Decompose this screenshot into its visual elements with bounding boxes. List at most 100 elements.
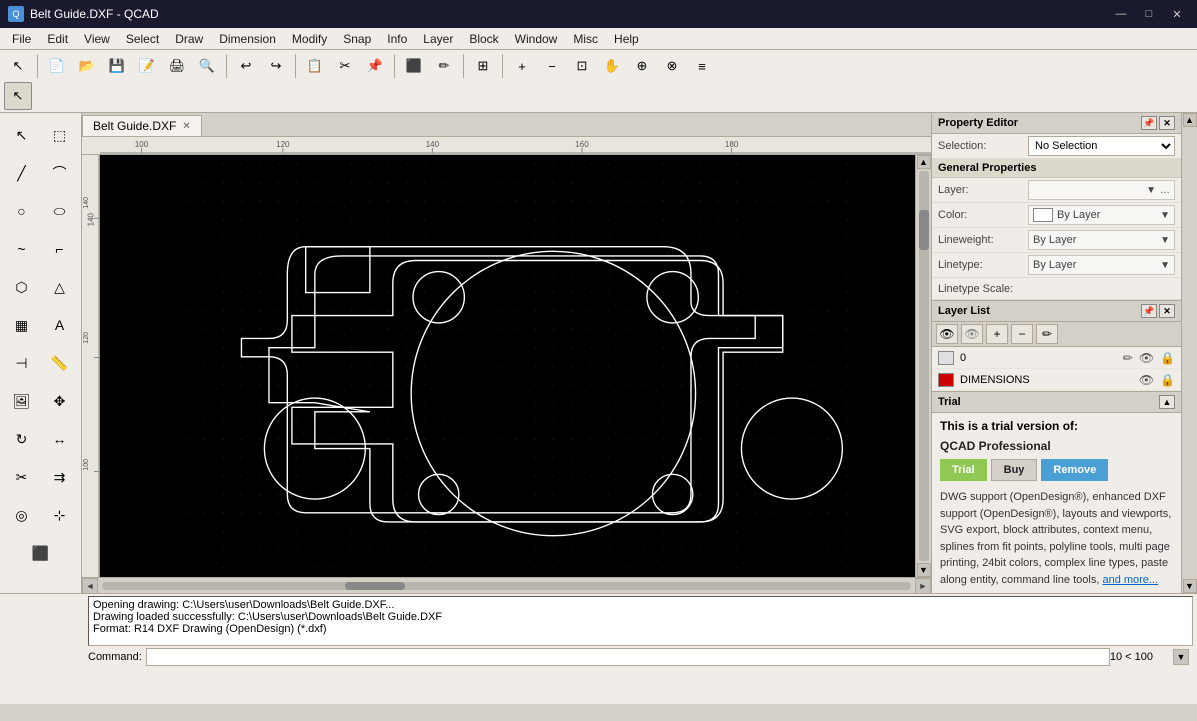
scroll-thumb-h[interactable] bbox=[345, 582, 405, 590]
measure-tool[interactable]: 📏 bbox=[42, 345, 78, 381]
move-tool[interactable]: ✥ bbox=[42, 383, 78, 419]
layer-dimensions-visible-icon[interactable]: 👁 bbox=[1139, 373, 1154, 387]
selection-dropdown[interactable]: No Selection bbox=[1028, 136, 1175, 156]
menu-item-window[interactable]: Window bbox=[507, 30, 566, 48]
zoom-prev-btn[interactable]: ⊗ bbox=[658, 52, 686, 80]
layer-0-visible-icon[interactable]: 👁 bbox=[1139, 351, 1154, 365]
layer-edit[interactable]: ✏ bbox=[1036, 324, 1058, 344]
status-scroll-btn[interactable]: ▼ bbox=[1173, 649, 1189, 665]
scroll-up-btn[interactable]: ▲ bbox=[917, 155, 931, 169]
drawing-canvas[interactable] bbox=[100, 155, 915, 577]
layer-0-lock-icon[interactable]: 🔒 bbox=[1160, 351, 1175, 365]
menu-item-block[interactable]: Block bbox=[461, 30, 506, 48]
zoom-window-btn[interactable]: ⊡ bbox=[568, 52, 596, 80]
arc-tool[interactable]: ⌒ bbox=[42, 155, 78, 191]
shape-tool[interactable]: △ bbox=[42, 269, 78, 305]
paste-btn[interactable]: 📌 bbox=[361, 52, 389, 80]
layer-list-close[interactable]: ✕ bbox=[1159, 304, 1175, 318]
minimize-button[interactable]: — bbox=[1109, 6, 1133, 22]
menu-item-misc[interactable]: Misc bbox=[565, 30, 606, 48]
trial-btn-remove[interactable]: Remove bbox=[1041, 459, 1108, 481]
right-scroll-down[interactable]: ▼ bbox=[1183, 579, 1197, 593]
hatch-tool[interactable]: ▦ bbox=[4, 307, 40, 343]
menu-item-info[interactable]: Info bbox=[379, 30, 415, 48]
layer-add[interactable]: + bbox=[986, 324, 1008, 344]
3d-box-tool[interactable]: ⬛ bbox=[23, 535, 59, 571]
zoom-fit-btn[interactable]: ⊕ bbox=[628, 52, 656, 80]
menu-item-snap[interactable]: Snap bbox=[335, 30, 379, 48]
menu-item-file[interactable]: File bbox=[4, 30, 39, 48]
scroll-thumb-v[interactable] bbox=[919, 210, 929, 250]
new-file-btn[interactable]: 📄 bbox=[43, 52, 71, 80]
zoom-select-tool[interactable]: ⬚ bbox=[42, 117, 78, 153]
layer-edit-btn[interactable]: … bbox=[1160, 185, 1170, 196]
pointer-tool[interactable]: ↖ bbox=[4, 117, 40, 153]
menu-item-draw[interactable]: Draw bbox=[167, 30, 211, 48]
vertical-scrollbar[interactable]: ▲ ▼ bbox=[915, 155, 931, 577]
layer-list-pin[interactable]: 📌 bbox=[1141, 304, 1157, 318]
menu-item-layer[interactable]: Layer bbox=[415, 30, 461, 48]
zoom-pan-btn[interactable]: ✋ bbox=[598, 52, 626, 80]
color-dropdown-btn[interactable]: ▼ bbox=[1160, 210, 1170, 221]
polyline-tool[interactable]: ⌐ bbox=[42, 231, 78, 267]
offset-tool[interactable]: ⇉ bbox=[42, 459, 78, 495]
command-input[interactable] bbox=[146, 648, 1110, 666]
maximize-button[interactable]: □ bbox=[1137, 6, 1161, 22]
linetype-dropdown-btn[interactable]: ▼ bbox=[1160, 260, 1170, 271]
layer-dimensions-lock-icon[interactable]: 🔒 bbox=[1160, 373, 1175, 387]
dim-line-tool[interactable]: ⊣ bbox=[4, 345, 40, 381]
trial-scroll-up[interactable]: ▲ bbox=[1159, 395, 1175, 409]
redo-btn[interactable]: ↪ bbox=[262, 52, 290, 80]
layer-toolbar-btn[interactable]: ≡ bbox=[688, 52, 716, 80]
select-tool-btn[interactable]: ↖ bbox=[4, 82, 32, 110]
text-tool[interactable]: A bbox=[42, 307, 78, 343]
print-preview-btn[interactable]: 🔍 bbox=[193, 52, 221, 80]
layer-dropdown-btn[interactable]: ▼ bbox=[1146, 185, 1156, 196]
prop-editor-pin[interactable]: 📌 bbox=[1141, 116, 1157, 130]
save-as-btn[interactable]: 📝 bbox=[133, 52, 161, 80]
circle-tool[interactable]: ○ bbox=[4, 193, 40, 229]
layer-hide-all[interactable]: 👁 bbox=[961, 324, 983, 344]
close-button[interactable]: ✕ bbox=[1165, 6, 1189, 22]
explode-tool[interactable]: ◎ bbox=[4, 497, 40, 533]
scroll-right-btn[interactable]: ► bbox=[915, 578, 931, 594]
canvas-tab-close[interactable]: ✕ bbox=[182, 121, 190, 132]
menu-item-select[interactable]: Select bbox=[118, 30, 167, 48]
draw-point-btn[interactable]: ✏ bbox=[430, 52, 458, 80]
zoom-out-btn[interactable]: − bbox=[538, 52, 566, 80]
menu-item-modify[interactable]: Modify bbox=[284, 30, 335, 48]
block-attr-btn[interactable]: ⬛ bbox=[400, 52, 428, 80]
spline-tool[interactable]: ~ bbox=[4, 231, 40, 267]
layer-show-all[interactable]: 👁 bbox=[936, 324, 958, 344]
trial-btn-trial[interactable]: Trial bbox=[940, 459, 987, 481]
trial-more-link[interactable]: and more... bbox=[1102, 574, 1158, 586]
scroll-left-btn[interactable]: ◄ bbox=[82, 578, 98, 594]
open-file-btn[interactable]: 📂 bbox=[73, 52, 101, 80]
cut-btn[interactable]: ✂ bbox=[331, 52, 359, 80]
print-btn[interactable]: 🖨 bbox=[163, 52, 191, 80]
image-tool[interactable]: 🖼 bbox=[4, 383, 40, 419]
menu-item-view[interactable]: View bbox=[76, 30, 118, 48]
zoom-in-btn[interactable]: + bbox=[508, 52, 536, 80]
menu-item-help[interactable]: Help bbox=[606, 30, 647, 48]
trim-tool[interactable]: ✂ bbox=[4, 459, 40, 495]
layer-0-edit-icon[interactable]: ✏ bbox=[1123, 351, 1133, 365]
prop-editor-close[interactable]: ✕ bbox=[1159, 116, 1175, 130]
lineweight-dropdown-btn[interactable]: ▼ bbox=[1160, 235, 1170, 246]
polygon-tool[interactable]: ⬡ bbox=[4, 269, 40, 305]
snap-grid-btn[interactable]: ⊞ bbox=[469, 52, 497, 80]
menu-item-edit[interactable]: Edit bbox=[39, 30, 76, 48]
menu-item-dimension[interactable]: Dimension bbox=[211, 30, 284, 48]
line-tool[interactable]: ╱ bbox=[4, 155, 40, 191]
trial-btn-buy[interactable]: Buy bbox=[991, 459, 1038, 481]
scroll-down-btn[interactable]: ▼ bbox=[917, 563, 931, 577]
rotate-tool[interactable]: ↻ bbox=[4, 421, 40, 457]
select-arrow-btn[interactable]: ↖ bbox=[4, 52, 32, 80]
save-file-btn[interactable]: 💾 bbox=[103, 52, 131, 80]
select-adv-tool[interactable]: ⊹ bbox=[42, 497, 78, 533]
ellipse-tool[interactable]: ⬭ bbox=[42, 193, 78, 229]
layer-delete[interactable]: − bbox=[1011, 324, 1033, 344]
right-scroll-up[interactable]: ▲ bbox=[1183, 113, 1197, 127]
horizontal-scrollbar[interactable]: ◄ ► bbox=[82, 577, 931, 593]
canvas-tab-item[interactable]: Belt Guide.DXF ✕ bbox=[82, 115, 202, 136]
